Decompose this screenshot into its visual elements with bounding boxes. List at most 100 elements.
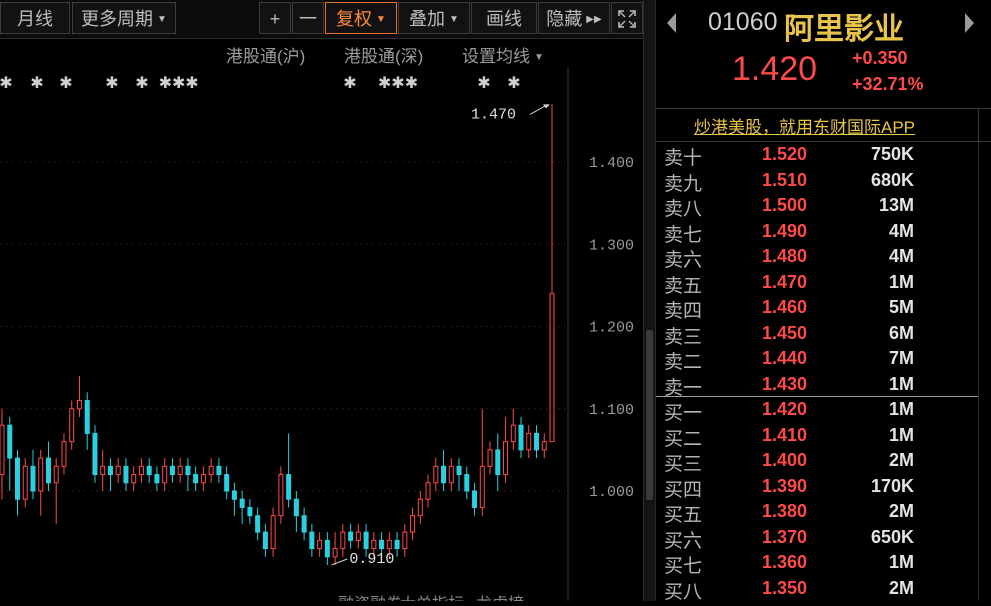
candle-body	[425, 482, 431, 500]
level-price: 1.420	[762, 399, 808, 419]
candle-body	[193, 474, 199, 484]
bid-row[interactable]: 买六 1.370 650K	[656, 525, 981, 552]
bid-row[interactable]: 买一 1.420 1M	[656, 397, 981, 424]
candle-body	[247, 506, 253, 517]
candle-body	[503, 441, 509, 476]
candle-body	[441, 465, 447, 484]
candle-body	[69, 408, 75, 443]
ask-row[interactable]: 卖二 1.440 7M	[656, 346, 981, 373]
panel-splitter[interactable]	[643, 0, 656, 601]
ma-settings-dropdown[interactable]: 设置均线 ▼	[462, 42, 544, 67]
level-price: 1.480	[762, 246, 808, 266]
ad-link[interactable]: 炒港美股，就用东财国际APP	[694, 113, 915, 138]
level-price: 1.520	[762, 144, 808, 164]
monthly-button[interactable]: 月线	[0, 2, 70, 34]
candle-body	[53, 465, 59, 484]
level-price: 1.440	[762, 348, 808, 368]
bid-row[interactable]: 买五 1.380 2M	[656, 499, 981, 526]
y-tick-label: 1.400	[589, 155, 634, 172]
y-tick-label: 1.200	[589, 320, 634, 337]
connect-marker: ✱	[135, 75, 148, 92]
candle-body	[355, 531, 361, 541]
hide-button[interactable]: 隐藏 ▶▶	[538, 2, 610, 34]
level-price: 1.360	[762, 552, 808, 572]
fullscreen-button[interactable]	[611, 2, 643, 34]
bid-row[interactable]: 买八 1.350 2M	[656, 576, 981, 603]
level-label: 卖九	[664, 173, 703, 195]
bid-row[interactable]: 买四 1.390 170K	[656, 474, 981, 501]
chevron-down-icon: ▼	[449, 14, 459, 26]
connect-marker: ✱	[105, 75, 118, 92]
sz-connect-link[interactable]: 港股通(深)	[344, 42, 423, 67]
candle-body	[324, 539, 330, 558]
level-label: 买一	[664, 403, 703, 424]
chevron-down-icon: ▼	[534, 52, 544, 64]
level-price: 1.500	[762, 195, 808, 215]
candle-body	[14, 457, 20, 500]
bottom-tab-label[interactable]: 融资融券	[338, 595, 402, 606]
candle-body	[332, 548, 338, 558]
bid-row[interactable]: 买七 1.360 1M	[656, 550, 981, 577]
ask-row[interactable]: 卖八 1.500 13M	[656, 193, 981, 220]
bid-row[interactable]: 买二 1.410 1M	[656, 423, 981, 450]
bid-row[interactable]: 买三 1.400 2M	[656, 448, 981, 475]
candle-body	[394, 539, 400, 550]
level-price: 1.390	[762, 475, 808, 496]
level-price: 1.430	[762, 373, 808, 394]
candle-body	[510, 424, 516, 443]
candle-body	[402, 531, 408, 550]
splitter-grip[interactable]	[646, 330, 653, 500]
connect-marker: ✱	[30, 75, 43, 92]
candle-body	[479, 465, 485, 508]
level-volume: 650K	[870, 526, 914, 547]
y-tick-label: 1.300	[589, 237, 634, 254]
connect-marker: ✱	[477, 75, 490, 92]
ask-row[interactable]: 卖十 1.520 750K	[656, 142, 981, 169]
zoom-in-button[interactable]: +	[259, 2, 291, 34]
more-periods-dropdown[interactable]: 更多周期 ▼	[72, 2, 176, 34]
candle-body	[162, 465, 168, 484]
bottom-tab-label[interactable]: 龙虎榜	[476, 595, 524, 606]
ask-row[interactable]: 卖四 1.460 5M	[656, 295, 981, 322]
adjust-dropdown[interactable]: 复权 ▼	[325, 2, 397, 34]
candle-body	[7, 424, 13, 459]
overlay-dropdown[interactable]: 叠加 ▼	[398, 2, 470, 34]
candle-body	[549, 293, 555, 443]
level-volume: 6M	[888, 322, 914, 343]
level-price: 1.510	[762, 169, 808, 190]
candle-body	[30, 465, 36, 492]
candle-body	[386, 539, 392, 550]
candle-body	[518, 424, 524, 451]
candle-body	[92, 432, 98, 476]
level-price: 1.490	[762, 220, 808, 241]
ask-row[interactable]: 卖六 1.480 4M	[656, 244, 981, 271]
candle-body	[224, 474, 230, 492]
quote-panel: 01060 阿里影业 1.420 +0.350 +32.71% 炒港美股，就用东…	[656, 0, 991, 603]
sh-connect-link[interactable]: 港股通(沪)	[226, 42, 305, 67]
level-volume: 4M	[888, 220, 914, 241]
ask-row[interactable]: 卖三 1.450 6M	[656, 321, 981, 348]
level-volume: 1M	[888, 373, 914, 394]
candle-body	[216, 465, 222, 476]
ask-row[interactable]: 卖五 1.470 1M	[656, 270, 981, 297]
level-volume: 1M	[888, 399, 914, 419]
kline-chart[interactable]: 1.400 1.300 1.200 1.100 1.000 ✱ ✱ ✱ ✱ ✱ ✱✱ ✱ ✱ ✱✱✱ ✱ ✱ 1…	[0, 68, 643, 606]
candle-body	[340, 531, 346, 550]
ma-settings-label: 设置均线	[462, 47, 530, 66]
connect-marker: ✱	[0, 75, 13, 92]
level-volume: 1M	[888, 424, 914, 445]
prev-stock-icon[interactable]	[664, 10, 680, 36]
bottom-tab-label[interactable]: 大单指标	[400, 595, 464, 606]
ask-row[interactable]: 卖一 1.430 1M	[656, 372, 981, 399]
zoom-out-button[interactable]: 一	[292, 2, 324, 34]
candle-body	[495, 449, 501, 476]
stock-name: 阿里影业	[784, 13, 904, 46]
draw-line-button[interactable]: 画线	[471, 2, 537, 34]
level-volume: 170K	[870, 475, 914, 496]
price-change: +0.350	[852, 48, 908, 68]
ask-row[interactable]: 卖七 1.490 4M	[656, 219, 981, 246]
kline-svg: 1.4001.3001.2001.1001.000✱ ✱ ✱ ✱ ✱ ✱✱ ✱ ✱ ✱✱✱ ✱ ✱1…	[0, 68, 634, 606]
ask-row[interactable]: 卖九 1.510 680K	[656, 168, 981, 195]
level-volume: 2M	[888, 501, 914, 521]
next-stock-icon[interactable]	[961, 10, 977, 36]
